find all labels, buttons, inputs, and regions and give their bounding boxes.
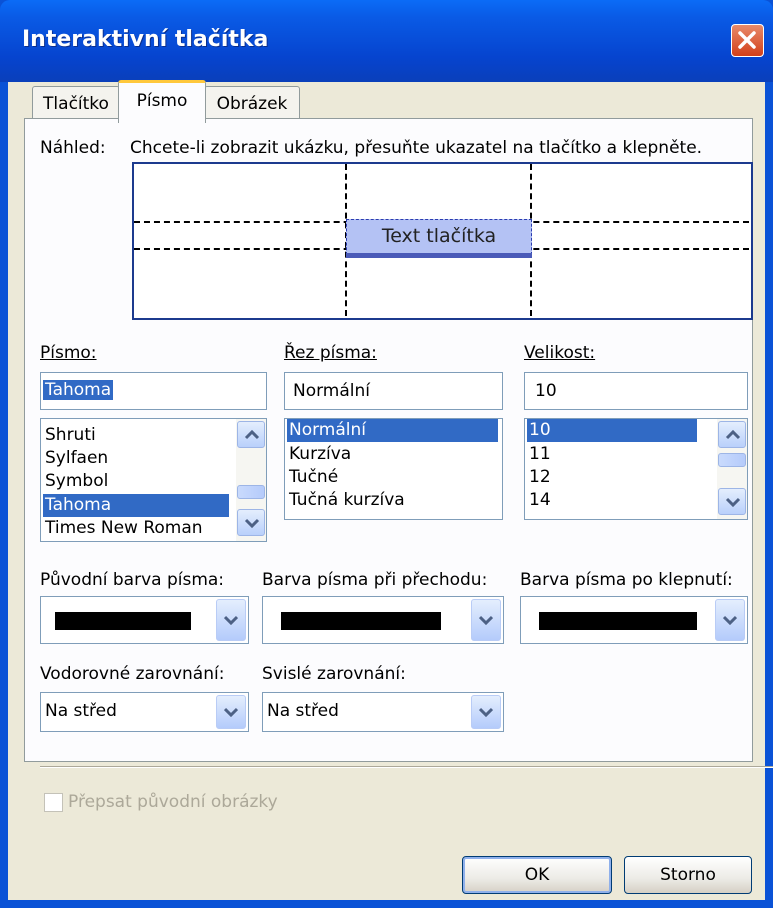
chevron-down-icon [244, 518, 260, 529]
dropdown-button[interactable] [715, 599, 745, 641]
cancel-button[interactable]: Storno [624, 856, 752, 894]
list-item[interactable]: Symbol [45, 470, 108, 493]
size-scrollbar[interactable] [717, 419, 747, 519]
style-label: Řez písma: [284, 343, 377, 363]
size-input[interactable]: 10 [524, 372, 748, 410]
original-color-dropdown[interactable] [40, 596, 249, 644]
horizontal-align-dropdown[interactable]: Na střed [40, 692, 249, 732]
chevron-down-icon [723, 615, 737, 625]
overwrite-label: Přepsat původní obrázky [68, 792, 278, 812]
click-color-dropdown[interactable] [520, 596, 748, 644]
horizontal-align-label: Vodorovné zarovnání: [40, 664, 225, 684]
separator [40, 766, 773, 768]
dropdown-button[interactable] [471, 599, 501, 641]
font-input-value: Tahoma [43, 380, 114, 400]
font-scrollbar[interactable] [236, 419, 266, 541]
color-swatch [281, 612, 441, 630]
list-item-selected[interactable]: Tahoma [43, 494, 229, 517]
list-item[interactable]: Shruti [45, 424, 96, 447]
size-label: Velikost: [524, 343, 596, 363]
font-label: Písmo: [40, 343, 97, 363]
chevron-up-icon [244, 429, 260, 440]
overwrite-checkbox[interactable] [44, 793, 63, 812]
chevron-down-icon [479, 707, 493, 717]
vertical-align-dropdown[interactable]: Na střed [262, 692, 504, 732]
hover-color-label: Barva písma při přechodu: [262, 570, 488, 590]
size-list[interactable]: 10 11 12 14 [524, 418, 748, 520]
style-list[interactable]: Normální Kurzíva Tučné Tučná kurzíva [284, 418, 503, 520]
color-swatch [539, 612, 697, 630]
list-item[interactable]: Tučná kurzíva [289, 489, 405, 512]
scroll-up-button[interactable] [237, 421, 265, 448]
sample-button-shadow [346, 253, 532, 258]
scroll-down-button[interactable] [237, 509, 265, 536]
font-input[interactable]: Tahoma [40, 372, 267, 410]
tab-obrazek[interactable]: Obrázek [204, 86, 300, 121]
scroll-thumb[interactable] [237, 485, 265, 499]
list-item[interactable]: Sylfaen [45, 447, 108, 470]
tab-label: Písmo [136, 91, 188, 111]
chevron-down-icon [224, 707, 238, 717]
chevron-down-icon [479, 615, 493, 625]
size-input-value: 10 [535, 381, 557, 401]
dropdown-button[interactable] [216, 599, 246, 641]
style-input[interactable]: Normální [284, 372, 503, 410]
preview-label: Náhled: [40, 138, 106, 158]
hover-color-dropdown[interactable] [262, 596, 504, 644]
list-item[interactable]: 12 [529, 466, 551, 489]
scroll-up-button[interactable] [718, 421, 746, 448]
chevron-down-icon [725, 497, 741, 508]
scroll-thumb[interactable] [718, 453, 746, 467]
tab-label: Obrázek [216, 94, 288, 114]
window-title: Interaktivní tlačítka [22, 27, 269, 52]
close-icon [738, 31, 756, 49]
ok-button[interactable]: OK [462, 856, 612, 894]
preview-area[interactable]: Text tlačítka [132, 162, 753, 320]
horizontal-align-value: Na střed [45, 701, 117, 721]
dropdown-button[interactable] [471, 695, 501, 729]
font-list[interactable]: Shruti Sylfaen Symbol Tahoma Times New R… [40, 418, 267, 542]
chevron-up-icon [725, 429, 741, 440]
dropdown-button[interactable] [216, 695, 246, 729]
original-color-label: Původní barva písma: [40, 570, 225, 590]
close-button[interactable] [731, 24, 764, 57]
vertical-align-label: Svislé zarovnání: [262, 664, 406, 684]
list-item-selected[interactable]: Normální [287, 419, 498, 442]
chevron-down-icon [224, 615, 238, 625]
list-item[interactable]: 14 [529, 489, 551, 512]
list-item[interactable]: Kurzíva [289, 443, 351, 466]
preview-hint: Chcete-li zobrazit ukázku, přesuňte ukaz… [130, 138, 703, 158]
title-bar[interactable]: Interaktivní tlačítka [0, 0, 773, 82]
list-item[interactable]: 11 [529, 443, 551, 466]
tab-tlacitko[interactable]: Tlačítko [32, 86, 120, 121]
vertical-align-value: Na střed [267, 701, 339, 721]
color-swatch [55, 612, 191, 630]
list-item-selected[interactable]: 10 [527, 419, 697, 442]
scroll-down-button[interactable] [718, 488, 746, 515]
list-item[interactable]: Tučné [289, 466, 338, 489]
click-color-label: Barva písma po klepnutí: [520, 570, 733, 590]
style-input-value: Normální [293, 381, 371, 401]
tab-label: Tlačítko [43, 94, 109, 114]
list-item[interactable]: Times New Roman [45, 517, 203, 540]
sample-button[interactable]: Text tlačítka [346, 219, 532, 255]
tab-pismo[interactable]: Písmo [118, 80, 206, 123]
